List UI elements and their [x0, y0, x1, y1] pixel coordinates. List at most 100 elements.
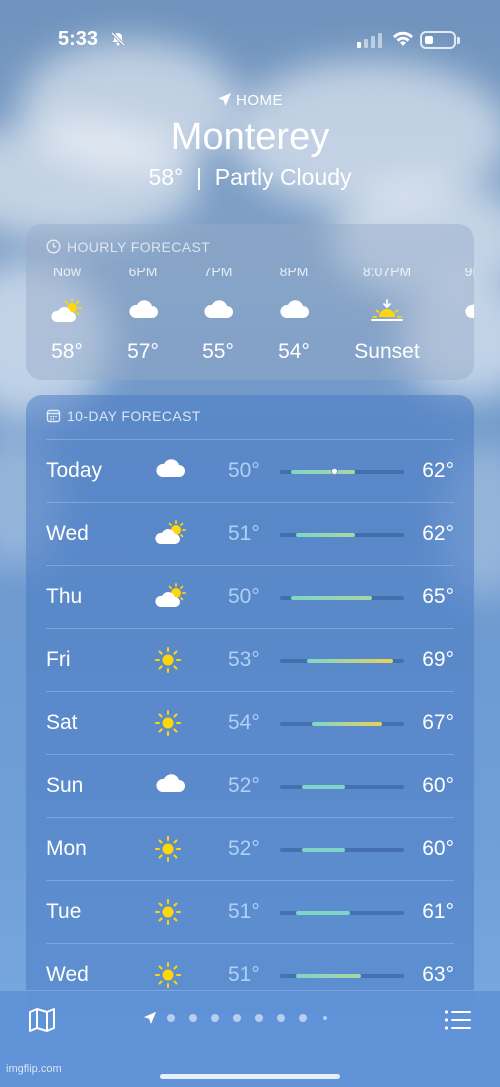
status-bar: 5:33: [0, 28, 500, 52]
day-high-temp: 62°: [422, 522, 454, 545]
day-low-temp: 51°: [228, 900, 260, 923]
page-dot[interactable]: [211, 1014, 219, 1022]
temperature-range-bar: [301, 848, 345, 852]
bell-slash-icon: [110, 31, 126, 52]
city-name: Monterey: [170, 116, 330, 158]
wifi-icon: [392, 30, 414, 53]
hourly-title-text: HOURLY FORECAST: [67, 239, 211, 255]
temperature-range-bar: [296, 533, 356, 537]
day-row[interactable]: Sun 52° 60°: [46, 754, 454, 817]
day-high-temp: 60°: [422, 774, 454, 797]
hourly-item[interactable]: 8:07PM Sunset: [349, 268, 425, 364]
day-name: Mon: [46, 837, 87, 860]
page-dot[interactable]: [323, 1016, 327, 1020]
temperature-range-track: [280, 848, 404, 852]
day-high-temp: 65°: [422, 585, 454, 608]
hourly-temp: 55°: [202, 340, 234, 363]
page-dot[interactable]: [167, 1014, 175, 1022]
sun-icon: [154, 646, 188, 673]
day-high-temp: 63°: [422, 963, 454, 986]
temperature-range-bar: [296, 911, 351, 915]
day-low-temp: 52°: [228, 774, 260, 797]
day-high-temp: 60°: [422, 837, 454, 860]
current-condition: Partly Cloudy: [214, 164, 352, 190]
cloud-icon: [444, 278, 474, 320]
page-dot[interactable]: [299, 1014, 307, 1022]
sun-icon: [154, 961, 188, 988]
summary-separator: |: [196, 164, 202, 190]
page-dot[interactable]: [277, 1014, 285, 1022]
day-high-temp: 69°: [422, 648, 454, 671]
temperature-range-bar: [290, 596, 372, 600]
day-row[interactable]: Wed 51° 62°: [46, 502, 454, 565]
hourly-item[interactable]: Now 58°: [32, 268, 102, 364]
hourly-temp: Sunset: [354, 340, 420, 363]
hourly-item[interactable]: 7PM 55°: [183, 268, 253, 364]
temperature-range-track: [280, 722, 404, 726]
cloud-icon: [108, 278, 178, 320]
hourly-forecast-card[interactable]: HOURLY FORECAST Now 58° 6PM 57° 7PM 55° 8PM 54°…: [26, 224, 474, 380]
partly-cloudy-icon: [154, 583, 188, 609]
temperature-range-track: [280, 974, 404, 978]
day-low-temp: 53°: [228, 648, 260, 671]
day-high-temp: 67°: [422, 711, 454, 734]
temperature-range-bar: [306, 659, 394, 663]
hourly-item[interactable]: 8PM 54°: [259, 268, 329, 364]
hourly-temp: 58°: [51, 340, 83, 363]
hourly-time-label: 8PM: [279, 268, 309, 278]
hourly-temp: 57°: [127, 340, 159, 363]
temperature-range-bar: [290, 470, 356, 474]
page-dot[interactable]: [189, 1014, 197, 1022]
sunset-icon: [349, 278, 425, 321]
hourly-item[interactable]: 9PM 5: [444, 268, 474, 364]
status-time: 5:33: [58, 28, 99, 50]
day-row[interactable]: Thu 50° 65°: [46, 565, 454, 628]
partly-cloudy-icon: [32, 278, 102, 322]
home-indicator[interactable]: [160, 1074, 340, 1079]
cloud-icon: [259, 278, 329, 320]
sun-icon: [154, 898, 188, 925]
day-high-temp: 62°: [422, 459, 454, 482]
ten-day-forecast-card[interactable]: 10-DAY FORECAST Today 50° 62° Wed 51° 62° Thu 5…: [26, 395, 474, 1015]
current-summary: 58° | Partly Cloudy: [0, 164, 500, 191]
page-dot[interactable]: [233, 1014, 241, 1022]
cloud-icon: [183, 278, 253, 320]
page-dot[interactable]: [255, 1014, 263, 1022]
hourly-time-label: Now: [52, 268, 81, 278]
temperature-range-track: [280, 468, 404, 475]
hourly-item[interactable]: 6PM 57°: [108, 268, 178, 364]
location-arrow-icon: [218, 93, 231, 106]
bottom-toolbar: imgflip.com: [0, 990, 500, 1087]
day-name: Wed: [46, 963, 89, 986]
watermark: imgflip.com: [6, 1063, 62, 1075]
calendar-icon: [46, 409, 61, 423]
current-temp-marker: [330, 468, 338, 475]
sun-icon: [154, 835, 188, 862]
clock-icon: [46, 239, 61, 254]
day-low-temp: 54°: [228, 711, 260, 734]
temperature-range-bar: [301, 785, 345, 789]
cellular-signal-icon: [357, 32, 383, 53]
cloud-icon: [154, 772, 188, 798]
day-row[interactable]: Today 50° 62°: [46, 439, 454, 502]
temperature-range-track: [280, 533, 404, 537]
day-name: Tue: [46, 900, 82, 923]
location-arrow-icon: [143, 1011, 157, 1030]
temperature-range-track: [280, 596, 404, 600]
hourly-time-label: 8:07PM: [362, 268, 412, 278]
day-low-temp: 51°: [228, 522, 260, 545]
day-high-temp: 61°: [422, 900, 454, 923]
map-icon: [29, 1008, 55, 1032]
list-icon: [444, 1010, 471, 1030]
hourly-forecast-title: HOURLY FORECAST: [46, 239, 210, 255]
ten-day-title-text: 10-DAY FORECAST: [67, 408, 201, 424]
day-row[interactable]: Fri 53° 69°: [46, 628, 454, 691]
day-row[interactable]: Mon 52° 60°: [46, 817, 454, 880]
map-button[interactable]: [28, 1007, 56, 1038]
day-row[interactable]: Sat 54° 67°: [46, 691, 454, 754]
day-name: Sat: [46, 711, 78, 734]
location-label: HOME: [0, 92, 500, 109]
location-list-button[interactable]: [444, 1009, 472, 1036]
temperature-range-bar: [296, 974, 361, 978]
day-row[interactable]: Tue 51° 61°: [46, 880, 454, 943]
